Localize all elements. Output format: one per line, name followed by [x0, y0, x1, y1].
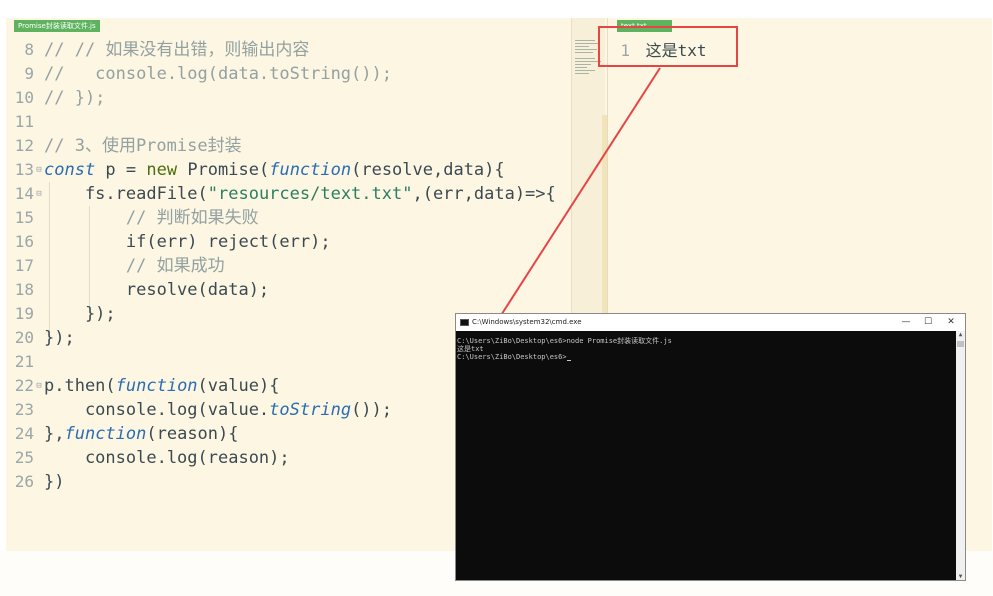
- code-line[interactable]: 12 // 3、使用Promise封装: [6, 134, 570, 158]
- code-token: (value){: [197, 376, 280, 396]
- cmd-output-line: C:\Users\ZiBo\Desktop\es6>: [457, 353, 956, 361]
- code-token: "resources/text.txt": [207, 184, 413, 204]
- code-token: function: [269, 160, 352, 180]
- line-number: 11: [14, 112, 34, 131]
- code-token: fs.readFile(: [44, 184, 208, 204]
- code-line[interactable]: 17 // 如果成功: [6, 254, 570, 278]
- code-token: console.log(value.: [44, 400, 270, 420]
- line-number: 10: [14, 88, 34, 107]
- minimize-button[interactable]: —: [896, 314, 916, 331]
- close-button[interactable]: ✕: [941, 314, 961, 331]
- code-token: function: [64, 424, 147, 444]
- line-number: 20: [14, 328, 34, 347]
- code-token: p =: [95, 160, 147, 180]
- line-number: 19: [14, 304, 34, 323]
- cmd-output-line: C:\Users\ZiBo\Desktop\es6>node Promise封装…: [457, 337, 672, 345]
- code-token: // 如果成功: [44, 256, 225, 276]
- code-line[interactable]: 9 // console.log(data.toString());: [6, 62, 570, 86]
- code-token: // console.log(data.toString());: [44, 64, 392, 84]
- line-number: 14: [14, 184, 34, 203]
- line-number: 24: [14, 424, 34, 443]
- code-token: (reason){: [146, 424, 239, 444]
- cmd-window[interactable]: C:\Windows\system32\cmd.exe — ☐ ✕ C:\Use…: [455, 313, 966, 581]
- line-number: 25: [14, 448, 34, 467]
- line-number: 21: [14, 352, 34, 371]
- highlight-box: [598, 26, 738, 67]
- cmd-title: C:\Windows\system32\cmd.exe: [472, 318, 582, 326]
- code-token: function: [115, 376, 198, 396]
- fold-toggle-icon[interactable]: ⊟: [34, 374, 44, 398]
- code-token: ());: [351, 400, 393, 420]
- line-number: 23: [14, 400, 34, 419]
- code-token: if(err) reject(err);: [44, 232, 331, 252]
- code-token: resolve(data);: [44, 280, 270, 300]
- tab-promise-file[interactable]: Promise封装读取文件.js: [14, 20, 100, 32]
- code-line[interactable]: 13 ⊟ const p = new Promise(function(resolv…: [6, 158, 570, 182]
- code-token: });: [44, 304, 116, 324]
- code-token: }): [44, 472, 65, 492]
- code-token: console.log(reason);: [44, 448, 290, 468]
- code-token: (resolve,data){: [351, 160, 505, 180]
- code-token: ,(err,data)=>{: [412, 184, 556, 204]
- line-number: 12: [14, 136, 34, 155]
- code-line[interactable]: 8 // // 如果没有出错，则输出内容: [6, 38, 570, 62]
- code-token: // });: [44, 88, 106, 108]
- line-number: 17: [14, 256, 34, 275]
- scroll-down-icon[interactable]: ▼: [956, 573, 965, 580]
- code-line[interactable]: 14 ⊟ fs.readFile("resources/text.txt",(er…: [6, 182, 570, 206]
- line-number: 9: [24, 64, 34, 83]
- scroll-up-icon[interactable]: ▲: [956, 331, 965, 338]
- cursor: [566, 360, 571, 361]
- code-token: const: [44, 160, 96, 180]
- code-token: // // 如果没有出错，则输出内容: [44, 40, 310, 60]
- scroll-thumb[interactable]: [957, 341, 964, 347]
- line-number: 15: [14, 208, 34, 227]
- cmd-output[interactable]: C:\Users\ZiBo\Desktop\es6>node Promise封装…: [456, 331, 956, 580]
- line-number: 22: [14, 376, 34, 395]
- line-number: 8: [24, 40, 34, 59]
- code-line[interactable]: 10 // });: [6, 86, 570, 110]
- code-token: new: [146, 160, 178, 180]
- line-number: 26: [14, 472, 34, 491]
- code-line[interactable]: 15 // 判断如果失败: [6, 206, 570, 230]
- code-token: },: [44, 424, 65, 444]
- code-line[interactable]: 18 resolve(data);: [6, 278, 570, 302]
- code-line[interactable]: 11: [6, 110, 570, 134]
- maximize-button[interactable]: ☐: [918, 314, 938, 331]
- code-token: toString: [269, 400, 352, 420]
- fold-toggle-icon[interactable]: ⊟: [34, 158, 44, 182]
- line-number: 16: [14, 232, 34, 251]
- line-number: 18: [14, 280, 34, 299]
- code-line[interactable]: 16 if(err) reject(err);: [6, 230, 570, 254]
- fold-toggle-icon[interactable]: ⊟: [34, 182, 44, 206]
- code-token: p.then(: [44, 376, 116, 396]
- cmd-scrollbar[interactable]: ▲ ▼: [956, 331, 965, 580]
- code-token: Promise(: [177, 160, 270, 180]
- line-number: 13: [14, 160, 34, 179]
- code-token: });: [44, 328, 75, 348]
- cmd-titlebar[interactable]: C:\Windows\system32\cmd.exe — ☐ ✕: [456, 314, 965, 331]
- cmd-output-line: 这是txt: [457, 345, 484, 353]
- code-token: // 3、使用Promise封装: [44, 136, 242, 156]
- cmd-icon: [460, 319, 469, 326]
- code-token: // 判断如果失败: [44, 208, 259, 228]
